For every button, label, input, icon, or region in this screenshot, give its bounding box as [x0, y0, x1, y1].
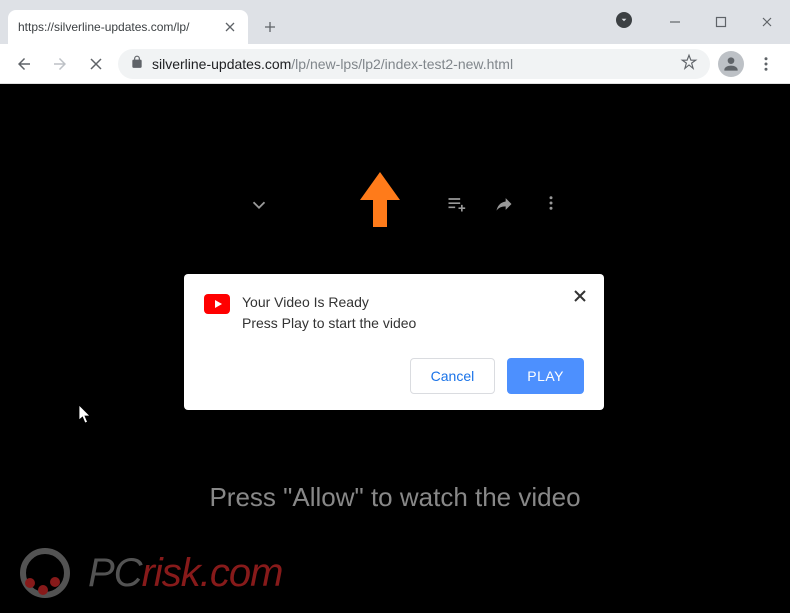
more-icon[interactable]: [542, 194, 560, 221]
url-text: silverline-updates.com/lp/new-lps/lp2/in…: [152, 56, 513, 72]
stop-reload-button[interactable]: [82, 50, 110, 78]
bookmark-star-icon[interactable]: [680, 53, 698, 74]
close-window-button[interactable]: [744, 8, 790, 36]
profile-avatar[interactable]: [718, 51, 744, 77]
tab-search-button[interactable]: [616, 12, 632, 28]
browser-menu-button[interactable]: [752, 50, 780, 78]
new-tab-button[interactable]: [256, 13, 284, 41]
dialog-line2: Press Play to start the video: [242, 313, 584, 334]
minimize-button[interactable]: [652, 8, 698, 36]
lock-icon: [130, 55, 144, 72]
playlist-add-icon[interactable]: [446, 194, 466, 221]
back-button[interactable]: [10, 50, 38, 78]
dialog-close-icon[interactable]: [572, 288, 588, 309]
chevron-down-icon[interactable]: [248, 194, 270, 221]
tab-title: https://silverline-updates.com/lp/: [18, 20, 218, 34]
dialog-message: Your Video Is Ready Press Play to start …: [242, 292, 584, 334]
address-bar[interactable]: silverline-updates.com/lp/new-lps/lp2/in…: [118, 49, 710, 79]
video-ready-dialog: Your Video Is Ready Press Play to start …: [184, 274, 604, 410]
play-button[interactable]: PLAY: [507, 358, 584, 394]
dialog-line1: Your Video Is Ready: [242, 292, 584, 313]
browser-tab[interactable]: https://silverline-updates.com/lp/: [8, 10, 248, 44]
watermark-text: PCrisk.com: [88, 551, 282, 596]
share-icon[interactable]: [494, 194, 514, 221]
arrow-annotation: [355, 172, 405, 247]
youtube-icon: [204, 294, 230, 314]
page-content: Your Video Is Ready Press Play to start …: [0, 84, 790, 613]
url-path: /lp/new-lps/lp2/index-test2-new.html: [291, 56, 513, 72]
browser-toolbar: silverline-updates.com/lp/new-lps/lp2/in…: [0, 44, 790, 84]
maximize-button[interactable]: [698, 8, 744, 36]
watermark: PCrisk.com: [20, 543, 282, 603]
window-titlebar: https://silverline-updates.com/lp/: [0, 0, 790, 44]
watermark-logo-icon: [20, 543, 80, 603]
cancel-button[interactable]: Cancel: [410, 358, 496, 394]
allow-prompt-text: Press "Allow" to watch the video: [0, 482, 790, 513]
close-tab-icon[interactable]: [222, 19, 238, 35]
mouse-cursor: [78, 404, 94, 431]
url-host: silverline-updates.com: [152, 56, 291, 72]
window-controls: [616, 0, 790, 44]
forward-button[interactable]: [46, 50, 74, 78]
